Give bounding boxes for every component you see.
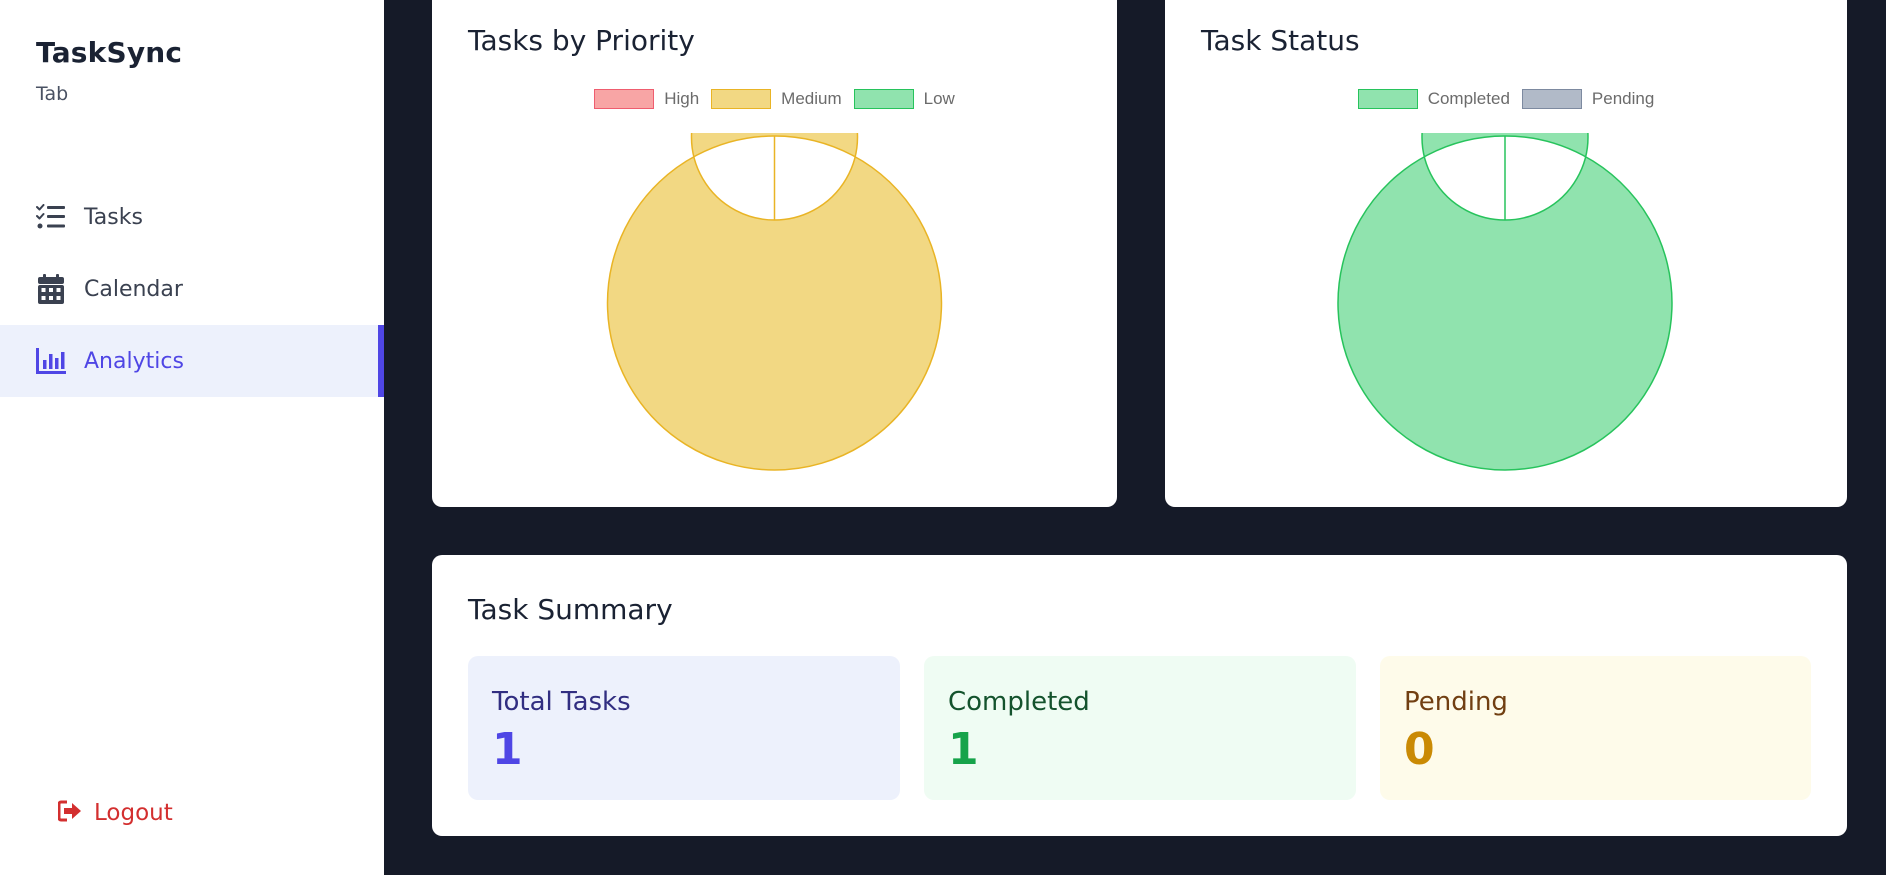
sidebar: TaskSync Tab Tasks Calendar Analytics Lo… (0, 0, 384, 875)
app-subtitle: Tab (36, 83, 69, 105)
status-donut-chart (1337, 133, 1673, 471)
legend-label: Low (923, 89, 955, 108)
stat-completed: Completed 1 (924, 656, 1356, 800)
stat-value: 0 (1404, 724, 1435, 775)
sidebar-nav: Tasks Calendar Analytics (0, 181, 384, 397)
legend-item-pending[interactable]: Pending (1521, 89, 1655, 109)
sidebar-item-tasks[interactable]: Tasks (0, 181, 384, 253)
logout-label: Logout (94, 800, 173, 826)
stat-label: Completed (948, 687, 1090, 717)
legend-swatch-pending (1521, 89, 1582, 109)
stat-pending: Pending 0 (1380, 656, 1811, 800)
calendar-icon (36, 274, 66, 304)
sidebar-item-label: Analytics (84, 348, 184, 374)
status-chart-title: Task Status (1201, 24, 1360, 57)
legend-item-low[interactable]: Low (853, 89, 955, 109)
stat-value: 1 (492, 724, 523, 775)
legend-item-completed[interactable]: Completed (1357, 89, 1510, 109)
task-list-icon (36, 202, 66, 232)
status-chart-card: Task Status Completed Pending (1165, 0, 1847, 507)
legend-item-medium[interactable]: Medium (711, 89, 842, 109)
priority-chart-card: Tasks by Priority High Medium Low (432, 0, 1117, 507)
logout-button[interactable]: Logout (57, 800, 173, 826)
stat-label: Total Tasks (492, 687, 631, 717)
legend-swatch-completed (1357, 89, 1418, 109)
legend-label: Completed (1427, 89, 1510, 108)
legend-swatch-low (853, 89, 914, 109)
legend-label: Pending (1591, 89, 1655, 108)
legend-label: Medium (781, 89, 842, 108)
priority-chart-title: Tasks by Priority (468, 24, 695, 57)
priority-donut-chart (606, 133, 943, 471)
legend-swatch-high (594, 89, 655, 109)
stat-label: Pending (1404, 687, 1508, 717)
legend-label: High (664, 89, 700, 108)
status-chart-legend: Completed Pending (1165, 89, 1847, 109)
sidebar-item-calendar[interactable]: Calendar (0, 253, 384, 325)
priority-chart-legend: High Medium Low (432, 89, 1117, 109)
sign-out-icon (57, 800, 82, 826)
stat-value: 1 (948, 724, 979, 775)
bar-chart-icon (36, 346, 66, 376)
legend-item-high[interactable]: High (594, 89, 699, 109)
brand: TaskSync Tab (36, 36, 182, 105)
sidebar-item-label: Tasks (84, 204, 143, 230)
app-title: TaskSync (36, 36, 183, 69)
legend-swatch-medium (711, 89, 772, 109)
stat-total-tasks: Total Tasks 1 (468, 656, 900, 800)
sidebar-item-analytics[interactable]: Analytics (0, 325, 384, 397)
task-summary-title: Task Summary (468, 593, 673, 626)
sidebar-item-label: Calendar (84, 276, 183, 302)
